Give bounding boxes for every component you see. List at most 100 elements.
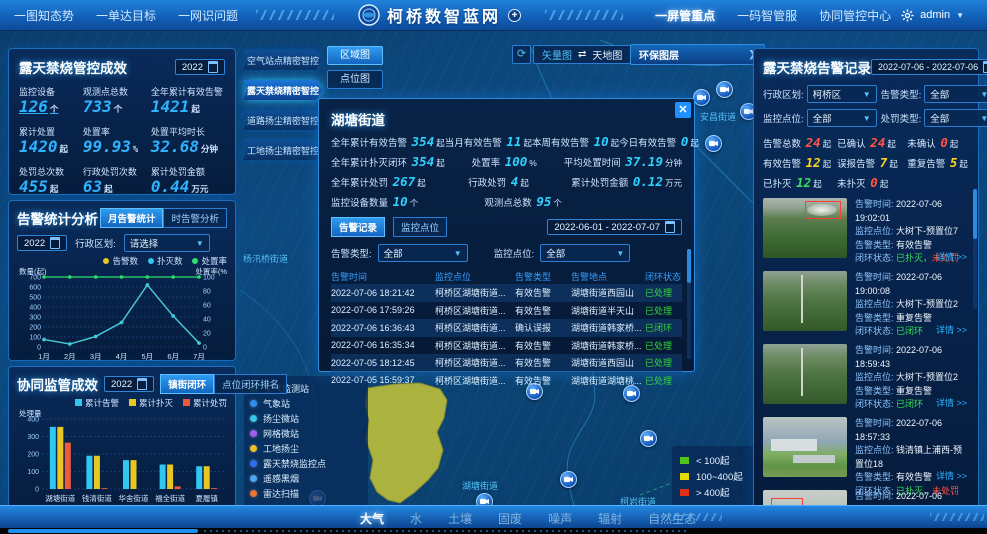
bottom-tab-0[interactable]: 大气 xyxy=(360,510,384,527)
table-row[interactable]: 2022-07-05 18:12:45柯桥区湖塘街道...有效告警湖塘街道西园山… xyxy=(331,354,682,372)
alarm-photo[interactable] xyxy=(763,344,847,404)
bottom-tab-1[interactable]: 水 xyxy=(410,510,422,527)
table-row[interactable]: 2022-07-06 16:36:43柯桥区湖塘街道...确认误报湖塘街道韩家桥… xyxy=(331,319,682,337)
basemap-tianditu-label[interactable]: 天地图 xyxy=(592,47,622,62)
layer-legend-item-6[interactable]: 遥感黑烟 xyxy=(250,471,362,486)
cards-vscrollbar[interactable] xyxy=(973,189,977,309)
popup-stat-value: 267 xyxy=(393,174,416,189)
nav-item-2[interactable]: 一网识问题 xyxy=(178,7,238,24)
popup-stat-unit: 个 xyxy=(553,198,562,208)
camera-marker-icon[interactable] xyxy=(560,471,577,488)
bottom-tab-4[interactable]: 噪声 xyxy=(548,510,572,527)
popup-filter-select-0[interactable]: 全部▼ xyxy=(378,244,468,262)
user-menu[interactable]: admin ▼ xyxy=(901,9,964,22)
layer-legend-item-1[interactable]: 气象站 xyxy=(250,396,362,411)
table-row[interactable]: 2022-07-06 18:21:42柯桥区湖塘街道...有效告警湖塘街道西园山… xyxy=(331,284,682,302)
record-stat-0: 告警总数 24起 xyxy=(763,135,837,150)
alarm-status-part: 已扑灭， xyxy=(896,253,932,263)
alarm-tab-0[interactable]: 月告警统计 xyxy=(100,208,164,228)
nav-item-0[interactable]: 一图知态势 xyxy=(14,7,74,24)
record-filter-select[interactable]: 全部▼ xyxy=(924,109,987,127)
bottom-tab-3[interactable]: 固废 xyxy=(498,510,522,527)
svg-text:300: 300 xyxy=(29,315,41,322)
detection-box-icon xyxy=(805,201,841,219)
mode-button-0[interactable]: 空气站点精密智控 xyxy=(243,50,323,70)
nav-item-right-2[interactable]: 协同管控中心 xyxy=(819,7,891,24)
gear-icon[interactable] xyxy=(901,9,914,22)
map-label-2: 湖塘街道 xyxy=(462,479,498,492)
layer-legend-item-7[interactable]: 雷达扫描 xyxy=(250,486,362,501)
calendar-icon xyxy=(665,221,675,233)
mode-button-2[interactable]: 道路扬尘精密智控 xyxy=(243,110,323,130)
close-icon[interactable]: ✕ xyxy=(675,102,691,118)
basemap-toggle[interactable]: 矢量图 ⇄ 天地图 xyxy=(533,45,631,64)
map-refresh-button[interactable]: ⟳ xyxy=(512,45,531,64)
table-vscrollbar[interactable] xyxy=(687,249,691,359)
layer-dot-icon xyxy=(250,460,257,467)
env-layers-button[interactable]: 环保图层 ❯ xyxy=(630,44,765,65)
layer-legend-item-4[interactable]: 工地扬尘 xyxy=(250,441,362,456)
bottom-tab-5[interactable]: 辐射 xyxy=(598,510,622,527)
popup-tab-0[interactable]: 告警记录 xyxy=(331,217,385,237)
alarm-point-value: 大树下-预置位2 xyxy=(896,299,958,309)
alarm-tab-1[interactable]: 时告警分析 xyxy=(163,208,227,228)
coop-tab-1[interactable]: 点位闭环排名 xyxy=(214,374,287,394)
popup-filter-select-1[interactable]: 全部▼ xyxy=(540,244,630,262)
mode-button-1[interactable]: 露天禁烧精密智控 xyxy=(243,80,323,100)
alarm-photo[interactable] xyxy=(763,198,847,258)
alarm-photo[interactable] xyxy=(763,417,847,477)
year-picker[interactable]: 2022 xyxy=(17,235,67,251)
alarm-card[interactable]: 告警时间: 2022-07-06 18:57:33监控点位: 钱清镇上浦西-预置… xyxy=(763,417,969,483)
year-picker[interactable]: 2022 xyxy=(104,376,154,392)
coop-tab-0[interactable]: 镇街闭环 xyxy=(160,374,214,394)
bottom-progress-bar[interactable] xyxy=(8,529,198,533)
alarm-card[interactable]: 告警时间: 2022-07-06 18:59:43监控点位: 大树下-预置位2告… xyxy=(763,344,969,410)
basemap-vector-label[interactable]: 矢量图 xyxy=(542,47,572,62)
nav-item-1[interactable]: 一单达目标 xyxy=(96,7,156,24)
table-row[interactable]: 2022-07-06 17:59:26柯桥区湖塘街道...有效告警湖塘街道半天山… xyxy=(331,302,682,320)
layer-legend-item-5[interactable]: 露天禁烧监控点 xyxy=(250,456,362,471)
layer-legend-item-2[interactable]: 扬尘微站 xyxy=(250,411,362,426)
popup-date-range-picker[interactable]: 2022-06-01 - 2022-07-07 xyxy=(547,219,682,235)
alarm-photo[interactable] xyxy=(763,271,847,331)
record-stat-value: 5 xyxy=(950,155,958,170)
layer-dot-icon xyxy=(250,490,257,497)
camera-marker-icon[interactable] xyxy=(640,430,657,447)
table-row[interactable]: 2022-07-05 15:59:37柯桥区湖塘街道...有效告警湖塘街道湖塘桃… xyxy=(331,372,682,390)
alarm-point-label: 监控点位: xyxy=(855,299,896,309)
alarm-detail-link[interactable]: 详情 >> xyxy=(936,324,967,338)
year-picker[interactable]: 2022 xyxy=(175,59,225,75)
record-filter-select[interactable]: 全部▼ xyxy=(807,109,877,127)
username[interactable]: admin xyxy=(920,9,950,21)
popup-tab-1[interactable]: 监控点位 xyxy=(393,217,447,237)
bottom-tab-2[interactable]: 土壤 xyxy=(448,510,472,527)
record-filter-value: 全部 xyxy=(930,87,949,101)
view-button-0[interactable]: 区域图 xyxy=(327,46,383,65)
kpi-value: 455起 xyxy=(19,177,58,196)
kpi-value[interactable]: 126个 xyxy=(19,97,58,116)
nav-item-right-1[interactable]: 一码智管服 xyxy=(737,7,797,24)
camera-marker-icon[interactable] xyxy=(693,89,710,106)
camera-marker-icon[interactable] xyxy=(716,81,733,98)
mode-button-3[interactable]: 工地扬尘精密智控 xyxy=(243,140,323,160)
svg-text:500: 500 xyxy=(29,295,41,302)
record-filter-select[interactable]: 柯桥区▼ xyxy=(807,85,877,103)
region-select[interactable]: 请选择 ▼ xyxy=(124,234,210,252)
alarm-detail-link[interactable]: 详情 >> xyxy=(936,397,967,411)
record-stat-value: 7 xyxy=(880,155,888,170)
view-button-1[interactable]: 点位图 xyxy=(327,70,383,89)
date-range-picker[interactable]: 2022-07-06 - 2022-07-06 xyxy=(871,59,987,75)
alarm-detail-link[interactable]: 详情 >> xyxy=(936,470,967,484)
alarm-card[interactable]: 告警时间: 2022-07-06 19:02:01监控点位: 大树下-预置位7告… xyxy=(763,198,969,264)
alarm-card[interactable]: 告警时间: 2022-07-06 19:00:08监控点位: 大树下-预置位2告… xyxy=(763,271,969,337)
nav-item-right-0[interactable]: 一屏管重点 xyxy=(655,7,715,24)
panel-title: 露天禁烧告警记录 xyxy=(763,57,871,77)
alarm-detail-link[interactable]: 详情 >> xyxy=(936,251,967,265)
camera-marker-icon[interactable] xyxy=(705,135,722,152)
svg-text:40: 40 xyxy=(203,317,211,324)
record-stat-7: 未扑灭 0起 xyxy=(837,175,907,190)
layer-legend-item-3[interactable]: 网格微站 xyxy=(250,426,362,441)
table-header-cell: 监控点位 xyxy=(435,270,515,283)
table-row[interactable]: 2022-07-06 16:35:34柯桥区湖塘街道...有效告警湖塘街道韩家桥… xyxy=(331,337,682,355)
record-filter-select[interactable]: 全部▼ xyxy=(924,85,987,103)
